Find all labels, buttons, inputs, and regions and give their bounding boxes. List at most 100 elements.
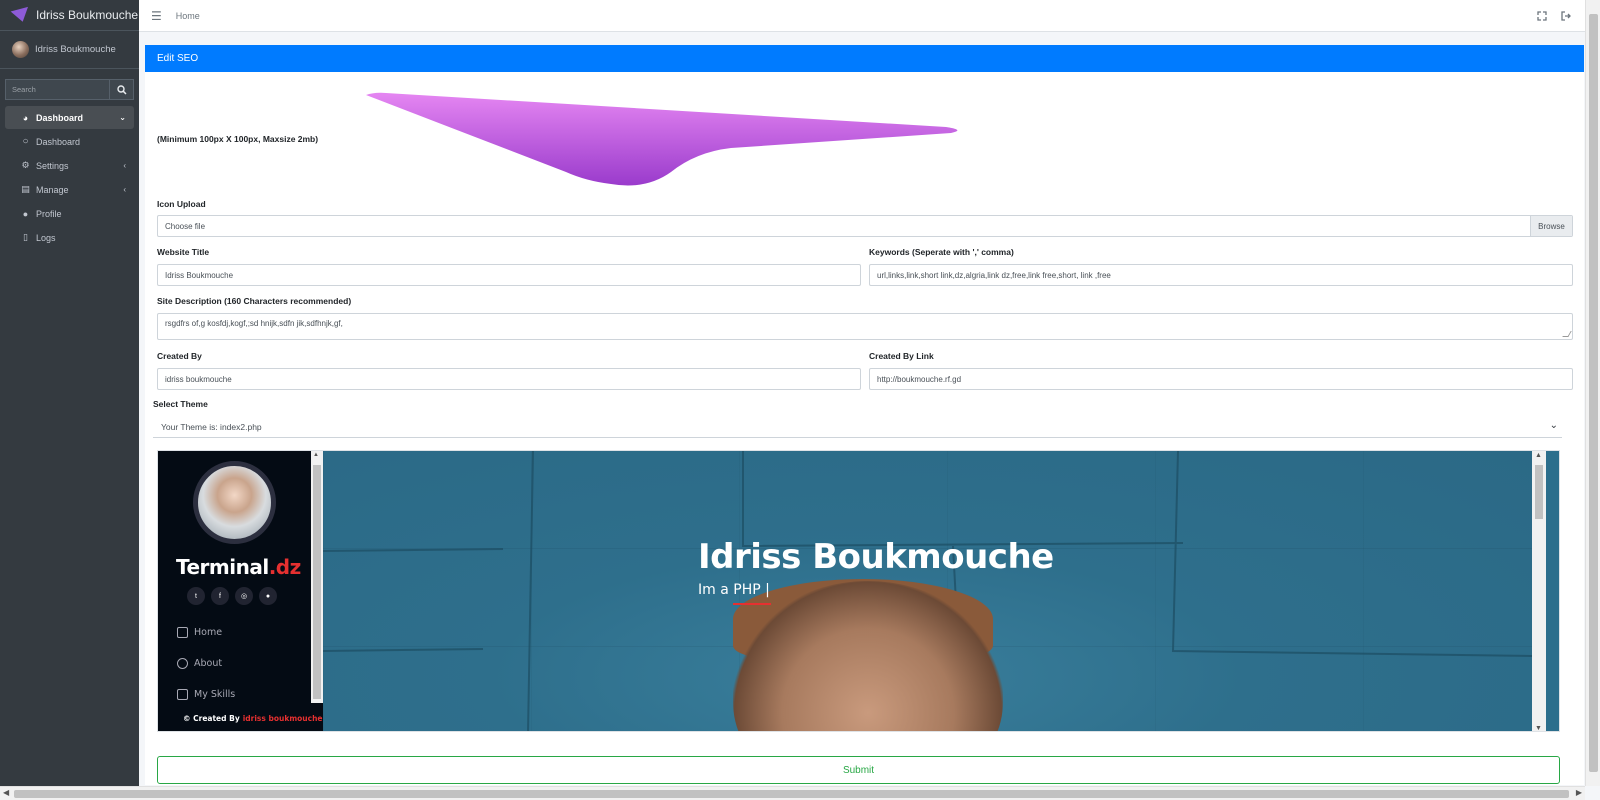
resize-handle-icon[interactable]: [1562, 331, 1572, 337]
theme-select[interactable]: Your Theme is: index2.php ⌄: [153, 416, 1562, 438]
logo-size-note: (Minimum 100px X 100px, Maxsize 2mb): [157, 134, 319, 144]
home-icon: [177, 627, 188, 638]
sidebar-item-settings[interactable]: ⚙ Settings ‹: [5, 154, 134, 177]
browse-button[interactable]: Browse: [1530, 216, 1572, 236]
chevron-left-icon: ‹: [123, 161, 126, 170]
avatar: [12, 41, 29, 58]
circle-icon: ○: [22, 136, 29, 147]
scroll-left-icon[interactable]: ◀: [3, 788, 9, 797]
preview-footer-link[interactable]: idriss boukmouche: [243, 714, 323, 723]
instagram-icon[interactable]: ◎: [235, 587, 253, 605]
submit-button[interactable]: Submit: [157, 756, 1560, 784]
site-description-value: rsgdfrs of,g kosfdj,kogf,;sd hnijk,sdfn …: [165, 319, 343, 328]
top-home-link[interactable]: Home: [176, 11, 200, 21]
select-theme-label: Select Theme: [153, 399, 208, 409]
preview-hero-underline: [733, 603, 771, 605]
sidebar-item-dashboard-menu[interactable]: ◕ Dashboard ⌄: [5, 106, 134, 129]
preview-hero-title: Idriss Boukmouche: [698, 537, 1054, 577]
preview-brand: Terminal.dz: [176, 555, 301, 579]
preview-nav-label: Home: [194, 627, 223, 638]
menu-toggle-icon[interactable]: ☰: [151, 9, 162, 23]
search-button[interactable]: [110, 79, 134, 100]
preview-brand-main: Terminal: [176, 555, 269, 579]
sidebar-item-label: Manage: [36, 184, 69, 195]
scroll-up-icon[interactable]: ▲: [313, 452, 319, 458]
brand-logo-icon: [10, 6, 32, 24]
sidebar-item-label: Settings: [36, 160, 69, 171]
user-icon: ●: [22, 208, 29, 219]
sidebar-item-dashboard[interactable]: ○ Dashboard: [5, 130, 134, 153]
theme-select-value: Your Theme is: index2.php: [161, 421, 262, 432]
keywords-label: Keywords (Seperate with ',' comma): [869, 247, 1014, 257]
user-icon: [177, 658, 188, 669]
preview-footer: © Created By idriss boukmouche: [158, 703, 323, 731]
preview-nav-skills[interactable]: My Skills: [177, 689, 235, 700]
preview-avatar: [193, 461, 276, 544]
sidebar-item-label: Logs: [36, 232, 56, 243]
preview-scrollbar[interactable]: ▲ ▼: [1532, 451, 1546, 731]
scrollbar-thumb[interactable]: [1589, 14, 1598, 772]
edit-seo-card: Edit SEO (Minimum 100px X 100px, Maxsize…: [145, 45, 1584, 785]
sidebar-item-label: Dashboard: [36, 136, 81, 147]
preview-nav-about[interactable]: About: [177, 658, 222, 669]
user-panel[interactable]: Idriss Boukmouche: [0, 31, 139, 69]
file-placeholder: Choose file: [165, 221, 206, 231]
keywords-input[interactable]: url,links,link,short link,dz,algria,link…: [869, 264, 1573, 286]
scrollbar-thumb[interactable]: [1535, 465, 1543, 519]
top-navbar: ☰ Home: [139, 0, 1585, 32]
user-name: Idriss Boukmouche: [35, 44, 116, 55]
created-by-link-label: Created By Link: [869, 351, 934, 361]
fullscreen-icon[interactable]: [1537, 11, 1547, 21]
facebook-icon[interactable]: f: [211, 587, 229, 605]
scroll-right-icon[interactable]: ▶: [1576, 788, 1582, 797]
scroll-up-icon[interactable]: ▲: [1535, 452, 1542, 459]
chevron-down-icon: ⌄: [119, 113, 126, 122]
created-by-input[interactable]: idriss boukmouche: [157, 368, 861, 390]
search-input[interactable]: Search: [5, 79, 110, 100]
website-title-input[interactable]: Idriss Boukmouche: [157, 264, 861, 286]
preview-sidebar-scrollbar[interactable]: ▲: [311, 451, 323, 703]
twitter-icon[interactable]: t: [187, 587, 205, 605]
scrollbar-thumb[interactable]: [313, 465, 321, 699]
theme-preview-frame[interactable]: Idriss Boukmouche Im a PHP | Terminal.dz…: [157, 450, 1560, 732]
scroll-down-icon[interactable]: ▼: [1535, 725, 1542, 731]
gear-icon: ⚙: [21, 160, 30, 170]
sidebar-item-label: Dashboard: [36, 112, 84, 123]
preview-hero: Idriss Boukmouche Im a PHP |: [323, 451, 1532, 731]
sidebar-item-manage[interactable]: ▤ Manage ‹: [5, 178, 134, 201]
search-icon: [116, 84, 127, 95]
sidebar: Idriss Boukmouche Idriss Boukmouche Sear…: [0, 0, 139, 786]
tachometer-icon: ◕: [22, 112, 29, 123]
created-by-link-input[interactable]: http://boukmouche.rf.gd: [869, 368, 1573, 390]
website-title-label: Website Title: [157, 247, 210, 257]
preview-nav-label: My Skills: [194, 689, 236, 700]
file-icon: ▯: [23, 232, 28, 242]
preview-brand-accent: .dz: [268, 555, 302, 579]
preview-footer-prefix: © Created By: [183, 713, 240, 723]
logo-preview-image: [366, 92, 958, 186]
preview-hero-subtitle: Im a PHP |: [698, 582, 770, 598]
preview-nav-home[interactable]: Home: [177, 627, 222, 638]
top-right-actions: [1537, 0, 1571, 32]
sidebar-item-logs[interactable]: ▯ Logs: [5, 226, 134, 249]
site-description-label: Site Description (160 Characters recomme…: [157, 296, 352, 306]
file-icon: [177, 689, 188, 700]
scrollbar-thumb[interactable]: [14, 790, 1569, 798]
chevron-down-icon: ⌄: [1549, 420, 1558, 431]
github-icon[interactable]: ●: [259, 587, 277, 605]
clipboard-icon: ▤: [21, 184, 30, 194]
page-horizontal-scrollbar[interactable]: ◀ ▶: [0, 786, 1585, 800]
site-description-textarea[interactable]: rsgdfrs of,g kosfdj,kogf,;sd hnijk,sdfn …: [157, 313, 1573, 340]
chevron-left-icon: ‹: [123, 185, 126, 194]
icon-upload-field[interactable]: Choose file Browse: [157, 215, 1573, 237]
preview-sidebar: Terminal.dz t f ◎ ● Home About My Skills: [158, 451, 311, 731]
page-vertical-scrollbar[interactable]: [1585, 0, 1600, 786]
sidebar-search: Search: [5, 79, 134, 100]
brand-name: Idriss Boukmouche: [36, 8, 139, 22]
brand-link[interactable]: Idriss Boukmouche: [0, 0, 139, 31]
sidebar-item-profile[interactable]: ● Profile: [5, 202, 134, 225]
preview-nav-label: About: [194, 658, 223, 669]
card-title: Edit SEO: [145, 45, 1584, 72]
logout-icon[interactable]: [1561, 11, 1571, 21]
created-by-label: Created By: [157, 351, 202, 361]
